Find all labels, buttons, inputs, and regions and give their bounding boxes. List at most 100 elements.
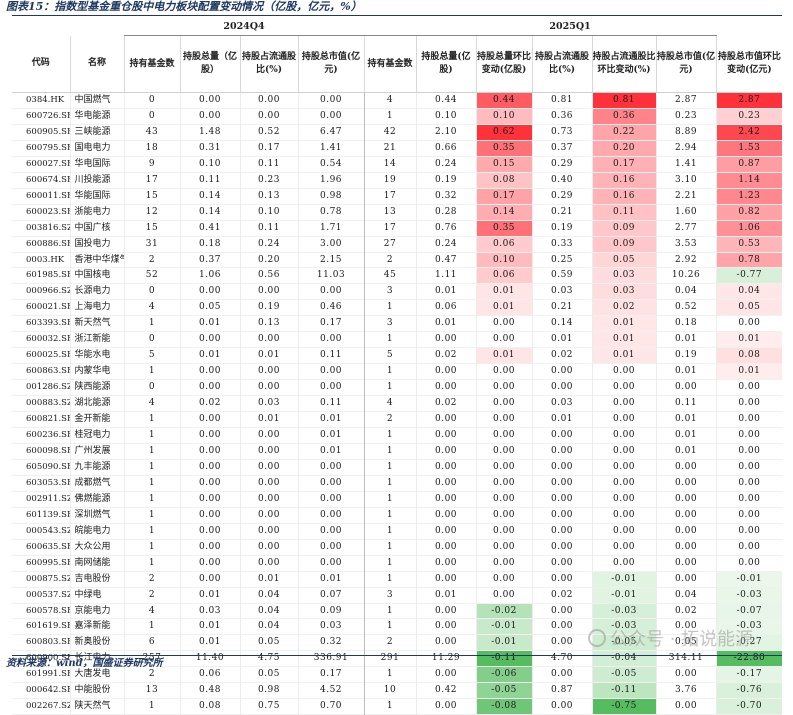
value-cell: 1 xyxy=(363,507,417,524)
value-cell: 0.01 xyxy=(655,411,717,428)
value-cell: 0.00 xyxy=(179,379,240,396)
value-cell: 0.00 xyxy=(531,555,593,572)
value-cell: 0.16 xyxy=(591,172,657,189)
value-cell: 0.01 xyxy=(415,283,477,300)
value-cell: 1 xyxy=(123,459,180,476)
value-cell: -0.01 xyxy=(475,618,533,635)
value-cell: 0.00 xyxy=(239,379,298,396)
value-cell: 0.01 xyxy=(531,331,593,348)
value-cell: 52 xyxy=(123,267,180,284)
value-cell: 2.92 xyxy=(655,252,717,268)
value-cell: 0.11 xyxy=(591,204,657,221)
table-row: 600011.SH 华能国际 15 0.14 0.13 0.98 17 0.32 0.17 0.2… xyxy=(12,188,783,205)
value-cell: 1 xyxy=(123,427,180,444)
value-cell: 0.00 xyxy=(179,491,240,508)
value-cell: 0.00 xyxy=(239,555,298,572)
table-row: 600025.SH 华能水电 5 0.01 0.01 0.11 5 0.02 0.01 0.02 0… xyxy=(12,347,783,364)
value-cell: 0.17 xyxy=(297,666,365,683)
stock-name-cell: 华电能源 xyxy=(69,108,124,125)
value-cell: 1 xyxy=(123,618,180,635)
value-cell: 13 xyxy=(363,204,417,221)
stock-name-cell: 深圳燃气 xyxy=(69,507,124,524)
value-cell: 0.10 xyxy=(475,108,533,125)
stock-code-cell: 000883.SZ xyxy=(26,398,70,409)
stock-name-cell: 上海电力 xyxy=(69,299,124,316)
value-cell: 0.00 xyxy=(531,698,593,715)
value-cell: 0.01 xyxy=(179,347,240,364)
value-cell: 0.00 xyxy=(531,618,593,635)
value-cell: 0.00 xyxy=(655,666,717,683)
value-cell: 0.00 xyxy=(297,459,365,476)
value-cell: 1.14 xyxy=(715,172,783,189)
value-cell: 291 xyxy=(363,650,417,667)
value-cell: 1 xyxy=(363,603,417,619)
value-cell: 0.00 xyxy=(415,331,477,348)
value-cell: 1 xyxy=(363,539,417,556)
value-cell: 2.77 xyxy=(655,220,717,237)
stock-code-cell: 002267.SZ xyxy=(26,701,70,712)
value-cell: -0.01 xyxy=(715,571,783,588)
value-cell: 1 xyxy=(123,698,180,715)
stock-code-cell: 600863.SH xyxy=(26,366,70,377)
value-cell: 0.75 xyxy=(239,698,298,715)
value-cell: 0.01 xyxy=(655,443,717,460)
value-cell: 0.00 xyxy=(239,523,298,540)
value-cell: 4 xyxy=(363,395,417,412)
value-cell: -0.03 xyxy=(715,587,783,603)
value-cell: 0.00 xyxy=(591,395,657,412)
stock-code-cell: 600578.SH xyxy=(26,605,70,616)
value-cell: 4 xyxy=(363,92,417,109)
value-cell: 0.04 xyxy=(239,603,298,619)
value-cell: -0.76 xyxy=(715,682,783,699)
value-cell: 1 xyxy=(363,459,417,476)
value-cell: 0.05 xyxy=(655,634,717,651)
value-cell: 1.53 xyxy=(715,140,783,157)
value-cell: 0.02 xyxy=(531,587,593,603)
value-cell: 0.01 xyxy=(475,283,533,300)
value-cell: 15 xyxy=(123,188,180,205)
table-row: 000875.SZ 吉电股份 2 0.00 0.01 0.01 1 0.00 0.00 0.00-… xyxy=(12,571,783,588)
stock-code-cell: 000537.SZ xyxy=(26,589,70,600)
value-cell: 0.00 xyxy=(415,459,477,476)
value-cell: 0.36 xyxy=(591,108,657,125)
stock-name-cell: 中国广核 xyxy=(69,220,124,237)
value-cell: 0.08 xyxy=(179,698,240,715)
value-cell: 0.00 xyxy=(475,379,533,396)
value-cell: 1.23 xyxy=(715,188,783,205)
value-cell: 0.00 xyxy=(531,459,593,476)
value-cell: 0.01 xyxy=(179,618,240,635)
value-cell: 0 xyxy=(123,379,180,396)
column-header: 持有基金数 xyxy=(123,35,180,93)
stock-code-cell: 600726.SH xyxy=(26,110,70,121)
stock-code-cell: 600023.SH xyxy=(26,206,70,217)
stock-name-cell: 香港中华煤气 xyxy=(69,252,124,268)
table-row: 600795.SH 国电电力 18 0.31 0.17 1.41 21 0.66 0.35 0.3… xyxy=(12,140,783,157)
stock-name-cell: 金开新能 xyxy=(69,411,124,428)
value-cell: 0.00 xyxy=(415,427,477,444)
value-cell: 0.01 xyxy=(297,571,365,588)
value-cell: 0.00 xyxy=(415,523,477,540)
stock-name-cell: 浙江新能 xyxy=(69,331,124,348)
value-cell: -0.75 xyxy=(591,698,657,715)
value-cell: 17 xyxy=(363,188,417,205)
value-cell: 0.07 xyxy=(297,587,365,603)
value-cell: 0.81 xyxy=(531,92,593,109)
value-cell: 0.82 xyxy=(715,204,783,221)
value-cell: 0.00 xyxy=(179,283,240,300)
value-cell: 0.16 xyxy=(591,188,657,205)
stock-name-cell: 华电国际 xyxy=(69,156,124,173)
value-cell: -0.01 xyxy=(475,634,533,651)
stock-name-cell: 陕天然气 xyxy=(69,698,124,715)
value-cell: 0.00 xyxy=(179,539,240,556)
value-cell: 1.41 xyxy=(297,140,365,157)
value-cell: 0.00 xyxy=(531,539,593,556)
value-cell: 0.59 xyxy=(531,267,593,284)
stock-name-cell: 九丰能源 xyxy=(69,459,124,476)
value-cell: 1 xyxy=(363,698,417,715)
value-cell: 2.10 xyxy=(415,124,477,141)
value-cell: 0.01 xyxy=(415,315,477,332)
value-cell: 1 xyxy=(363,555,417,572)
value-cell: 0.54 xyxy=(297,156,365,173)
top-rule xyxy=(12,15,782,16)
value-cell: 0.00 xyxy=(591,491,657,508)
